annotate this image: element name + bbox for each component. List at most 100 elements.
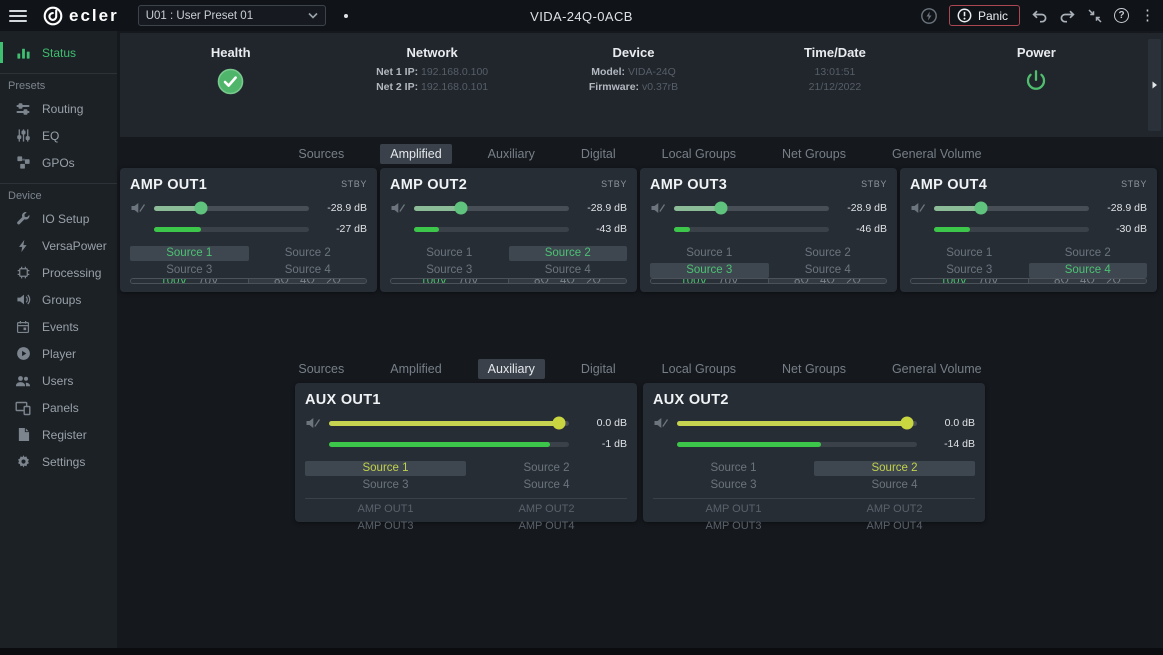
tab-digital[interactable]: Digital xyxy=(571,144,626,164)
impedance-option[interactable]: 2Ω xyxy=(326,278,341,284)
sidebar-item-panels[interactable]: Panels xyxy=(0,394,117,421)
slider-knob[interactable] xyxy=(553,417,566,430)
power-button[interactable] xyxy=(1023,68,1049,94)
kebab-menu-icon[interactable]: ⋮ xyxy=(1140,8,1155,23)
mute-icon[interactable] xyxy=(390,200,406,216)
source-button-source-3[interactable]: Source 3 xyxy=(650,263,769,278)
impedance-option[interactable]: 2Ω xyxy=(1106,278,1121,284)
voltage-segment[interactable]: 100V70V xyxy=(391,279,509,283)
amp-out-option-amp-out4[interactable]: AMP OUT4 xyxy=(466,519,627,534)
impedance-option[interactable]: 2Ω xyxy=(586,278,601,284)
help-icon[interactable]: ? xyxy=(1114,8,1129,23)
hamburger-menu-icon[interactable] xyxy=(8,6,28,26)
tab-auxiliary[interactable]: Auxiliary xyxy=(478,144,545,164)
impedance-option[interactable]: 4Ω xyxy=(1080,278,1095,284)
voltage-option[interactable]: 70V xyxy=(718,278,738,284)
tab-amplified[interactable]: Amplified xyxy=(380,359,451,379)
sidebar-item-events[interactable]: Events xyxy=(0,313,117,340)
impedance-option[interactable]: 8Ω xyxy=(274,278,289,284)
sidebar-item-gpos[interactable]: GPOs xyxy=(0,149,117,176)
impedance-option[interactable]: 8Ω xyxy=(534,278,549,284)
voltage-option[interactable]: 100V xyxy=(420,278,447,284)
source-button-source-2[interactable]: Source 2 xyxy=(814,461,975,476)
impedance-option[interactable]: 2Ω xyxy=(846,278,861,284)
volume-slider[interactable] xyxy=(329,421,569,426)
amp-out-option-amp-out4[interactable]: AMP OUT4 xyxy=(814,519,975,534)
mute-icon[interactable] xyxy=(910,200,926,216)
sidebar-item-versapower[interactable]: VersaPower xyxy=(0,232,117,259)
redo-icon[interactable] xyxy=(1059,9,1076,23)
impedance-segment[interactable]: 8Ω4Ω2Ω xyxy=(769,279,886,283)
sidebar-item-player[interactable]: Player xyxy=(0,340,117,367)
sidebar-item-settings[interactable]: Settings xyxy=(0,448,117,475)
impedance-option[interactable]: 4Ω xyxy=(820,278,835,284)
tab-auxiliary[interactable]: Auxiliary xyxy=(478,359,545,379)
source-button-source-1[interactable]: Source 1 xyxy=(653,461,814,476)
sidebar-item-groups[interactable]: Groups xyxy=(0,286,117,313)
sidebar-item-users[interactable]: Users xyxy=(0,367,117,394)
voltage-option[interactable]: 70V xyxy=(198,278,218,284)
tab-general-volume[interactable]: General Volume xyxy=(882,144,992,164)
volume-slider[interactable] xyxy=(414,206,569,211)
voltage-segment[interactable]: 100V 70V xyxy=(651,279,769,283)
tab-amplified[interactable]: Amplified xyxy=(380,144,451,164)
voltage-option[interactable]: 100V xyxy=(940,278,967,284)
panic-button[interactable]: Panic xyxy=(949,5,1020,26)
source-button-source-2[interactable]: Source 2 xyxy=(249,246,368,261)
source-button-source-3[interactable]: Source 3 xyxy=(305,478,466,493)
sidebar-item-register[interactable]: Register xyxy=(0,421,117,448)
source-button-source-3[interactable]: Source 3 xyxy=(910,263,1029,278)
slider-knob[interactable] xyxy=(194,202,207,215)
voltage-option[interactable]: 100V xyxy=(680,278,707,284)
source-button-source-3[interactable]: Source 3 xyxy=(130,263,249,278)
tab-local-groups[interactable]: Local Groups xyxy=(652,144,746,164)
impedance-segment[interactable]: 8Ω 4Ω 2Ω xyxy=(249,279,366,283)
impedance-segment[interactable]: 8Ω 4Ω 2Ω xyxy=(1029,279,1146,283)
tab-net-groups[interactable]: Net Groups xyxy=(772,359,856,379)
sidebar-item-eq[interactable]: EQ xyxy=(0,122,117,149)
volume-slider[interactable] xyxy=(674,206,829,211)
voltage-segment[interactable]: 100V 70V xyxy=(131,279,249,283)
tab-sources[interactable]: Sources xyxy=(288,144,354,164)
slider-knob[interactable] xyxy=(714,202,727,215)
tab-general-volume[interactable]: General Volume xyxy=(882,359,992,379)
source-button-source-4[interactable]: Source 4 xyxy=(769,263,888,278)
source-button-source-2[interactable]: Source 2 xyxy=(769,246,888,261)
mute-icon[interactable] xyxy=(653,415,669,431)
amp-out-option-amp-out1[interactable]: AMP OUT1 xyxy=(653,502,814,517)
panel-next-button[interactable] xyxy=(1148,39,1161,131)
source-button-source-4[interactable]: Source 4 xyxy=(249,263,368,278)
source-button-source-2[interactable]: Source 2 xyxy=(466,461,627,476)
sidebar-item-io-setup[interactable]: IO Setup xyxy=(0,205,117,232)
mute-icon[interactable] xyxy=(305,415,321,431)
sidebar-item-processing[interactable]: Processing xyxy=(0,259,117,286)
tab-net-groups[interactable]: Net Groups xyxy=(772,144,856,164)
volume-slider[interactable] xyxy=(154,206,309,211)
source-button-source-1[interactable]: Source 1 xyxy=(650,246,769,261)
amp-out-option-amp-out2[interactable]: AMP OUT2 xyxy=(814,502,975,517)
voltage-option[interactable]: 100V xyxy=(160,278,187,284)
amp-out-option-amp-out2[interactable]: AMP OUT2 xyxy=(466,502,627,517)
source-button-source-4[interactable]: Source 4 xyxy=(509,263,628,278)
flash-mode-button[interactable] xyxy=(920,7,938,25)
source-button-source-4[interactable]: Source 4 xyxy=(814,478,975,493)
source-button-source-2[interactable]: Source 2 xyxy=(1029,246,1148,261)
undo-icon[interactable] xyxy=(1031,9,1048,23)
sidebar-item-routing[interactable]: Routing xyxy=(0,95,117,122)
impedance-option[interactable]: 4Ω xyxy=(300,278,315,284)
source-button-source-1[interactable]: Source 1 xyxy=(130,246,249,261)
impedance-option[interactable]: 8Ω xyxy=(1054,278,1069,284)
sidebar-item-status[interactable]: Status xyxy=(0,39,117,66)
voltage-option[interactable]: 70V xyxy=(978,278,998,284)
tab-sources[interactable]: Sources xyxy=(288,359,354,379)
tab-digital[interactable]: Digital xyxy=(571,359,626,379)
voltage-segment[interactable]: 100V 70V xyxy=(911,279,1029,283)
amp-out-option-amp-out3[interactable]: AMP OUT3 xyxy=(653,519,814,534)
slider-knob[interactable] xyxy=(974,202,987,215)
slider-knob[interactable] xyxy=(901,417,914,430)
source-button-source-1[interactable]: Source 1 xyxy=(390,246,509,261)
slider-knob[interactable] xyxy=(454,202,467,215)
source-button-source-1[interactable]: Source 1 xyxy=(305,461,466,476)
source-button-source-4[interactable]: Source 4 xyxy=(1029,263,1148,278)
impedance-segment[interactable]: 8Ω4Ω2Ω xyxy=(509,279,626,283)
